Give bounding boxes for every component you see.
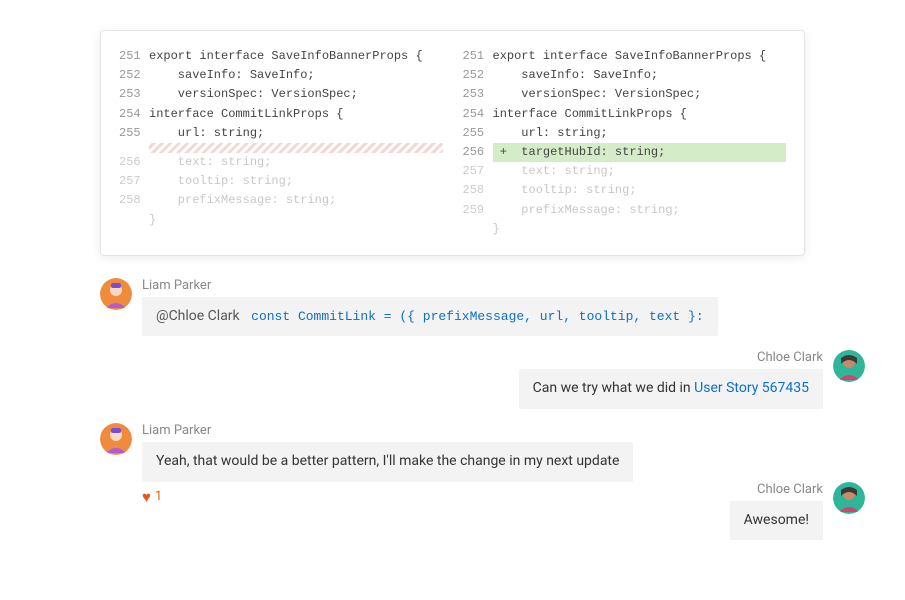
- comment-item: Chloe Clark Can we try what we did in Us…: [100, 350, 865, 409]
- line-number: 253: [119, 85, 149, 104]
- code-text: versionSpec: VersionSpec;: [493, 85, 787, 104]
- line-number: 257: [463, 162, 493, 181]
- line-number: 255: [463, 124, 493, 143]
- line-number: [463, 220, 493, 239]
- line-number: 258: [119, 191, 149, 210]
- line-number: 254: [463, 105, 493, 124]
- code-text: interface CommitLinkProps {: [493, 105, 787, 124]
- reaction-count: 1: [155, 489, 162, 504]
- avatar[interactable]: [833, 350, 865, 382]
- comment-bubble[interactable]: Yeah, that would be a better pattern, I'…: [142, 442, 633, 482]
- inline-code: const CommitLink = ({ prefixMessage, url…: [251, 309, 703, 324]
- diff-card: 251export interface SaveInfoBannerProps …: [100, 30, 805, 256]
- code-line[interactable]: 251export interface SaveInfoBannerProps …: [463, 47, 787, 66]
- line-number: 253: [463, 85, 493, 104]
- code-text: url: string;: [493, 124, 787, 143]
- line-number: 252: [463, 66, 493, 85]
- code-line[interactable]: }: [119, 211, 443, 230]
- line-number: 257: [119, 172, 149, 191]
- code-text: export interface SaveInfoBannerProps {: [149, 47, 443, 66]
- comment-body: Liam Parker @Chloe Clark const CommitLin…: [142, 278, 718, 337]
- code-line[interactable]: 253 versionSpec: VersionSpec;: [463, 85, 787, 104]
- line-number: 254: [119, 105, 149, 124]
- avatar[interactable]: [100, 423, 132, 455]
- code-line[interactable]: 252 saveInfo: SaveInfo;: [119, 66, 443, 85]
- comment-text: Awesome!: [744, 512, 809, 528]
- comment-author: Liam Parker: [142, 278, 718, 293]
- code-line[interactable]: 259 prefixMessage: string;: [463, 201, 787, 220]
- avatar[interactable]: [833, 482, 865, 514]
- code-text: prefixMessage: string;: [493, 201, 787, 220]
- code-line[interactable]: 251export interface SaveInfoBannerProps …: [119, 47, 443, 66]
- code-text: url: string;: [149, 124, 443, 143]
- code-text: interface CommitLinkProps {: [149, 105, 443, 124]
- code-text: saveInfo: SaveInfo;: [493, 66, 787, 85]
- diff-left-column: 251export interface SaveInfoBannerProps …: [119, 47, 453, 239]
- code-line[interactable]: 258 tooltip: string;: [463, 181, 787, 200]
- line-number: 258: [463, 181, 493, 200]
- code-line[interactable]: 255 url: string;: [119, 124, 443, 143]
- code-text: + targetHubId: string;: [493, 143, 787, 162]
- code-line[interactable]: 254interface CommitLinkProps {: [119, 105, 443, 124]
- code-line[interactable]: 252 saveInfo: SaveInfo;: [463, 66, 787, 85]
- code-text: export interface SaveInfoBannerProps {: [493, 47, 787, 66]
- code-text: }: [149, 211, 443, 230]
- diff-gap-indicator: [149, 143, 443, 153]
- code-text: }: [493, 220, 787, 239]
- comment-text: Yeah, that would be a better pattern, I'…: [156, 453, 619, 469]
- comment-bubble[interactable]: Can we try what we did in User Story 567…: [519, 369, 823, 409]
- comment-author: Chloe Clark: [757, 350, 823, 365]
- code-text: text: string;: [493, 162, 787, 181]
- comment-bubble[interactable]: @Chloe Clark const CommitLink = ({ prefi…: [142, 297, 718, 337]
- code-line[interactable]: 257 text: string;: [463, 162, 787, 181]
- code-line[interactable]: 256 text: string;: [119, 153, 443, 172]
- code-text: saveInfo: SaveInfo;: [149, 66, 443, 85]
- comment-bubble[interactable]: Awesome!: [730, 501, 823, 541]
- mention[interactable]: @Chloe Clark: [156, 308, 240, 324]
- code-line[interactable]: 256 + targetHubId: string;: [463, 143, 787, 162]
- line-number: [119, 211, 149, 230]
- diff-right-column: 251export interface SaveInfoBannerProps …: [453, 47, 787, 239]
- work-item-link[interactable]: User Story 567435: [694, 380, 809, 396]
- line-number: 252: [119, 66, 149, 85]
- code-line[interactable]: 257 tooltip: string;: [119, 172, 443, 191]
- code-text: prefixMessage: string;: [149, 191, 443, 210]
- code-text: versionSpec: VersionSpec;: [149, 85, 443, 104]
- comment-body: Liam Parker Yeah, that would be a better…: [142, 423, 633, 506]
- line-number: 256: [463, 143, 493, 162]
- code-text: tooltip: string;: [149, 172, 443, 191]
- code-line[interactable]: 258 prefixMessage: string;: [119, 191, 443, 210]
- avatar[interactable]: [100, 278, 132, 310]
- line-number: 251: [463, 47, 493, 66]
- comment-body: Chloe Clark Awesome!: [730, 482, 823, 541]
- line-number: 259: [463, 201, 493, 220]
- line-number: 256: [119, 153, 149, 172]
- comments-container: Liam Parker @Chloe Clark const CommitLin…: [100, 278, 865, 540]
- code-line[interactable]: 253 versionSpec: VersionSpec;: [119, 85, 443, 104]
- comment-item: Liam Parker @Chloe Clark const CommitLin…: [100, 278, 865, 337]
- line-number: 255: [119, 124, 149, 143]
- code-line[interactable]: }: [463, 220, 787, 239]
- reactions[interactable]: ♥ 1: [142, 488, 633, 506]
- comment-body: Chloe Clark Can we try what we did in Us…: [519, 350, 823, 409]
- heart-icon: ♥: [142, 488, 151, 506]
- code-text: text: string;: [149, 153, 443, 172]
- code-line[interactable]: 254interface CommitLinkProps {: [463, 105, 787, 124]
- line-number: 251: [119, 47, 149, 66]
- code-text: tooltip: string;: [493, 181, 787, 200]
- comment-text: Can we try what we did in: [533, 380, 695, 396]
- code-line[interactable]: 255 url: string;: [463, 124, 787, 143]
- comment-author: Liam Parker: [142, 423, 633, 438]
- comment-author: Chloe Clark: [757, 482, 823, 497]
